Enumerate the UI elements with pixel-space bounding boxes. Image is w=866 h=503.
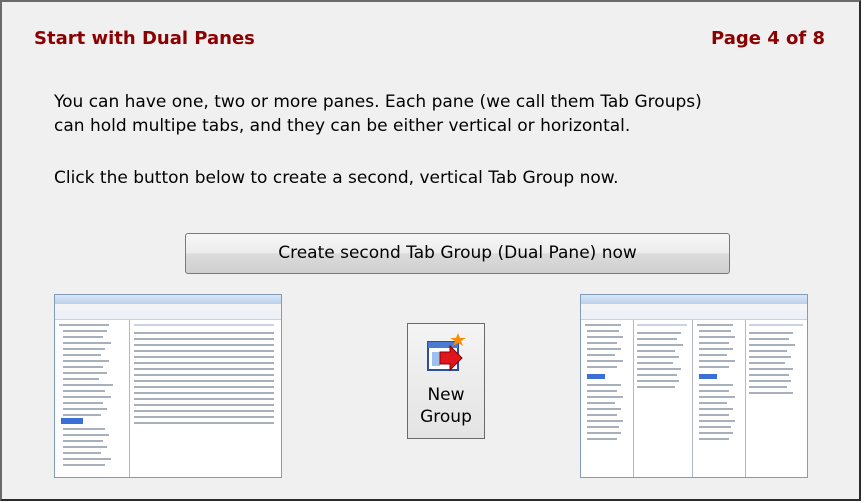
create-second-tab-group-button[interactable]: Create second Tab Group (Dual Pane) now [185,233,730,274]
new-group-icon [427,333,466,372]
page-title: Start with Dual Panes [34,28,255,49]
page-indicator: Page 4 of 8 [711,28,825,49]
wizard-panel: Start with Dual Panes Page 4 of 8 You ca… [0,0,861,501]
instruction-paragraph: Click the button below to create a secon… [54,168,619,188]
intro-line-1: You can have one, two or more panes. Eac… [54,92,702,112]
single-pane-screenshot [54,294,282,478]
new-group-button[interactable]: New Group [407,323,485,439]
dual-pane-screenshot [580,294,808,478]
new-group-label-line1: New [427,385,465,405]
intro-line-2: can hold multipe tabs, and they can be e… [54,116,631,136]
intro-paragraph: You can have one, two or more panes. Eac… [54,90,834,138]
new-group-label-line2: Group [420,407,472,427]
